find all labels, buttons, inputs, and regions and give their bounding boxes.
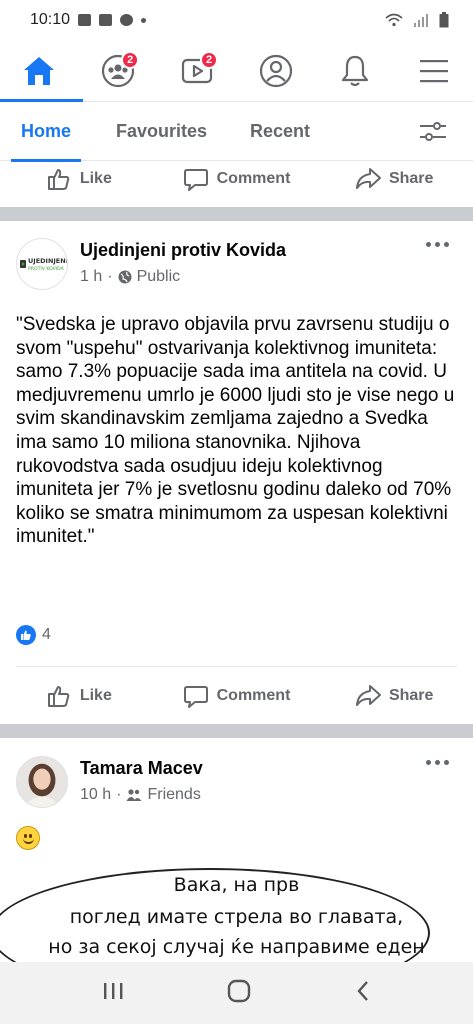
- status-time: 10:10: [30, 11, 71, 28]
- comment-button[interactable]: Comment: [158, 683, 316, 709]
- post2-image[interactable]: Вака, на прв поглед имате стрела во глав…: [0, 862, 473, 962]
- like-label: Like: [79, 687, 112, 704]
- post2-avatar-photo: [17, 757, 67, 807]
- post1-time[interactable]: 1 h: [80, 268, 102, 286]
- home-circle-icon: [228, 979, 251, 1002]
- share-icon: [355, 685, 381, 706]
- nav-watch[interactable]: 2: [167, 41, 227, 101]
- svg-text:PROTIV KOVIDA: PROTIV KOVIDA: [28, 266, 65, 272]
- more-dot: [435, 242, 440, 247]
- bell-icon: [341, 55, 368, 86]
- nav-menu[interactable]: [404, 41, 464, 101]
- nav-home[interactable]: [0, 41, 84, 102]
- feed-separator: [0, 724, 473, 738]
- comment-label: Comment: [216, 687, 291, 704]
- comment-label: Comment: [216, 170, 291, 187]
- menu-icon: [419, 59, 448, 82]
- groups-badge: 2: [121, 50, 140, 69]
- recents-button[interactable]: [102, 981, 124, 1006]
- dot-icon: [141, 17, 147, 23]
- friends-icon: [126, 789, 142, 801]
- tab-recent[interactable]: Recent: [250, 103, 310, 161]
- post1-text: "Svedska je upravo objavila prvu zavrsen…: [16, 314, 455, 548]
- post1-avatar-logo: UJEDINJENI PROTIV KOVIDA: [20, 257, 67, 272]
- wifi-icon: [385, 13, 403, 27]
- image-text-line-1: Вака, на прв: [173, 874, 300, 896]
- share-button[interactable]: Share: [315, 166, 473, 192]
- post2-avatar[interactable]: [16, 756, 68, 808]
- back-icon: [357, 980, 369, 1001]
- profile-icon: [259, 54, 292, 87]
- feed-tabs: Home Favourites Recent: [0, 103, 473, 162]
- previous-post-actions: Like Comment Share: [0, 154, 473, 204]
- status-right: [385, 12, 449, 28]
- post2-meta: 10 h · Friends: [80, 786, 201, 804]
- home-icon: [24, 56, 55, 85]
- post1-avatar[interactable]: UJEDINJENI PROTIV KOVIDA: [16, 238, 68, 290]
- more-dot: [426, 760, 431, 765]
- post2-author[interactable]: Tamara Macev: [80, 758, 203, 779]
- like-button[interactable]: Like: [0, 166, 158, 192]
- image-text-line-3: но за секој случај ќе направиме еден: [48, 936, 425, 958]
- post2-privacy: Friends: [147, 786, 201, 803]
- battery-icon: [439, 12, 449, 28]
- recents-icon: [103, 982, 123, 999]
- tab-favourites[interactable]: Favourites: [116, 103, 207, 161]
- post2-time[interactable]: 10 h: [80, 786, 111, 804]
- facebook-icon: [120, 14, 134, 26]
- post1-author[interactable]: Ujedinjeni protiv Kovida: [80, 240, 286, 261]
- more-dot: [444, 760, 449, 765]
- reaction-count: 4: [42, 626, 51, 643]
- emoji-mouth: [23, 838, 34, 844]
- top-navigation: 2 2: [0, 40, 473, 102]
- like-button[interactable]: Like: [0, 683, 158, 709]
- status-bar: 10:10: [0, 0, 473, 40]
- nav-groups[interactable]: 2: [88, 41, 148, 101]
- back-button[interactable]: [355, 980, 371, 1007]
- like-label: Like: [79, 170, 112, 187]
- system-navigation-bar: [0, 962, 473, 1024]
- share-button[interactable]: Share: [315, 683, 473, 709]
- share-icon: [355, 168, 381, 189]
- signal-icon: [414, 14, 428, 27]
- like-reaction-icon: [16, 625, 36, 645]
- filter-button[interactable]: [419, 120, 447, 149]
- nav-profile[interactable]: [246, 41, 306, 101]
- like-icon: [47, 169, 70, 190]
- tab-home[interactable]: Home: [10, 103, 82, 162]
- comment-icon: [183, 686, 208, 708]
- post2-more-button[interactable]: [426, 760, 449, 765]
- watch-badge: 2: [200, 50, 219, 69]
- feed-separator: [0, 207, 473, 221]
- share-label: Share: [388, 170, 434, 187]
- post2-header: Tamara Macev 10 h · Friends: [0, 746, 473, 816]
- post1-reactions[interactable]: 4: [16, 625, 51, 645]
- comment-button[interactable]: Comment: [158, 166, 316, 192]
- home-system-button[interactable]: [227, 979, 251, 1008]
- filter-icon: [420, 122, 446, 141]
- more-dot: [435, 760, 440, 765]
- comment-icon: [183, 169, 208, 191]
- meta-dot: ·: [107, 268, 113, 285]
- nav-notifications[interactable]: [325, 41, 385, 101]
- post1-meta: 1 h · Public: [80, 268, 180, 286]
- post1-header: UJEDINJENI PROTIV KOVIDA Ujedinjeni prot…: [0, 228, 473, 298]
- image-text-line-2: поглед имате стрела во главата,: [69, 906, 404, 928]
- post1-privacy: Public: [136, 268, 181, 285]
- share-label: Share: [388, 687, 434, 704]
- message-icon: [78, 14, 92, 26]
- status-left: 10:10: [30, 11, 147, 29]
- svg-text:UJEDINJENI: UJEDINJENI: [28, 257, 67, 265]
- smile-emoji-icon: [16, 826, 40, 850]
- like-icon: [47, 686, 70, 707]
- globe-icon: [118, 270, 132, 284]
- more-dot: [426, 242, 431, 247]
- post1-actions: Like Comment Share: [0, 671, 473, 721]
- post1-more-button[interactable]: [426, 242, 449, 247]
- calendar-icon: [99, 14, 113, 26]
- post1-divider: [16, 666, 457, 667]
- more-dot: [444, 242, 449, 247]
- meta-dot: ·: [116, 786, 122, 803]
